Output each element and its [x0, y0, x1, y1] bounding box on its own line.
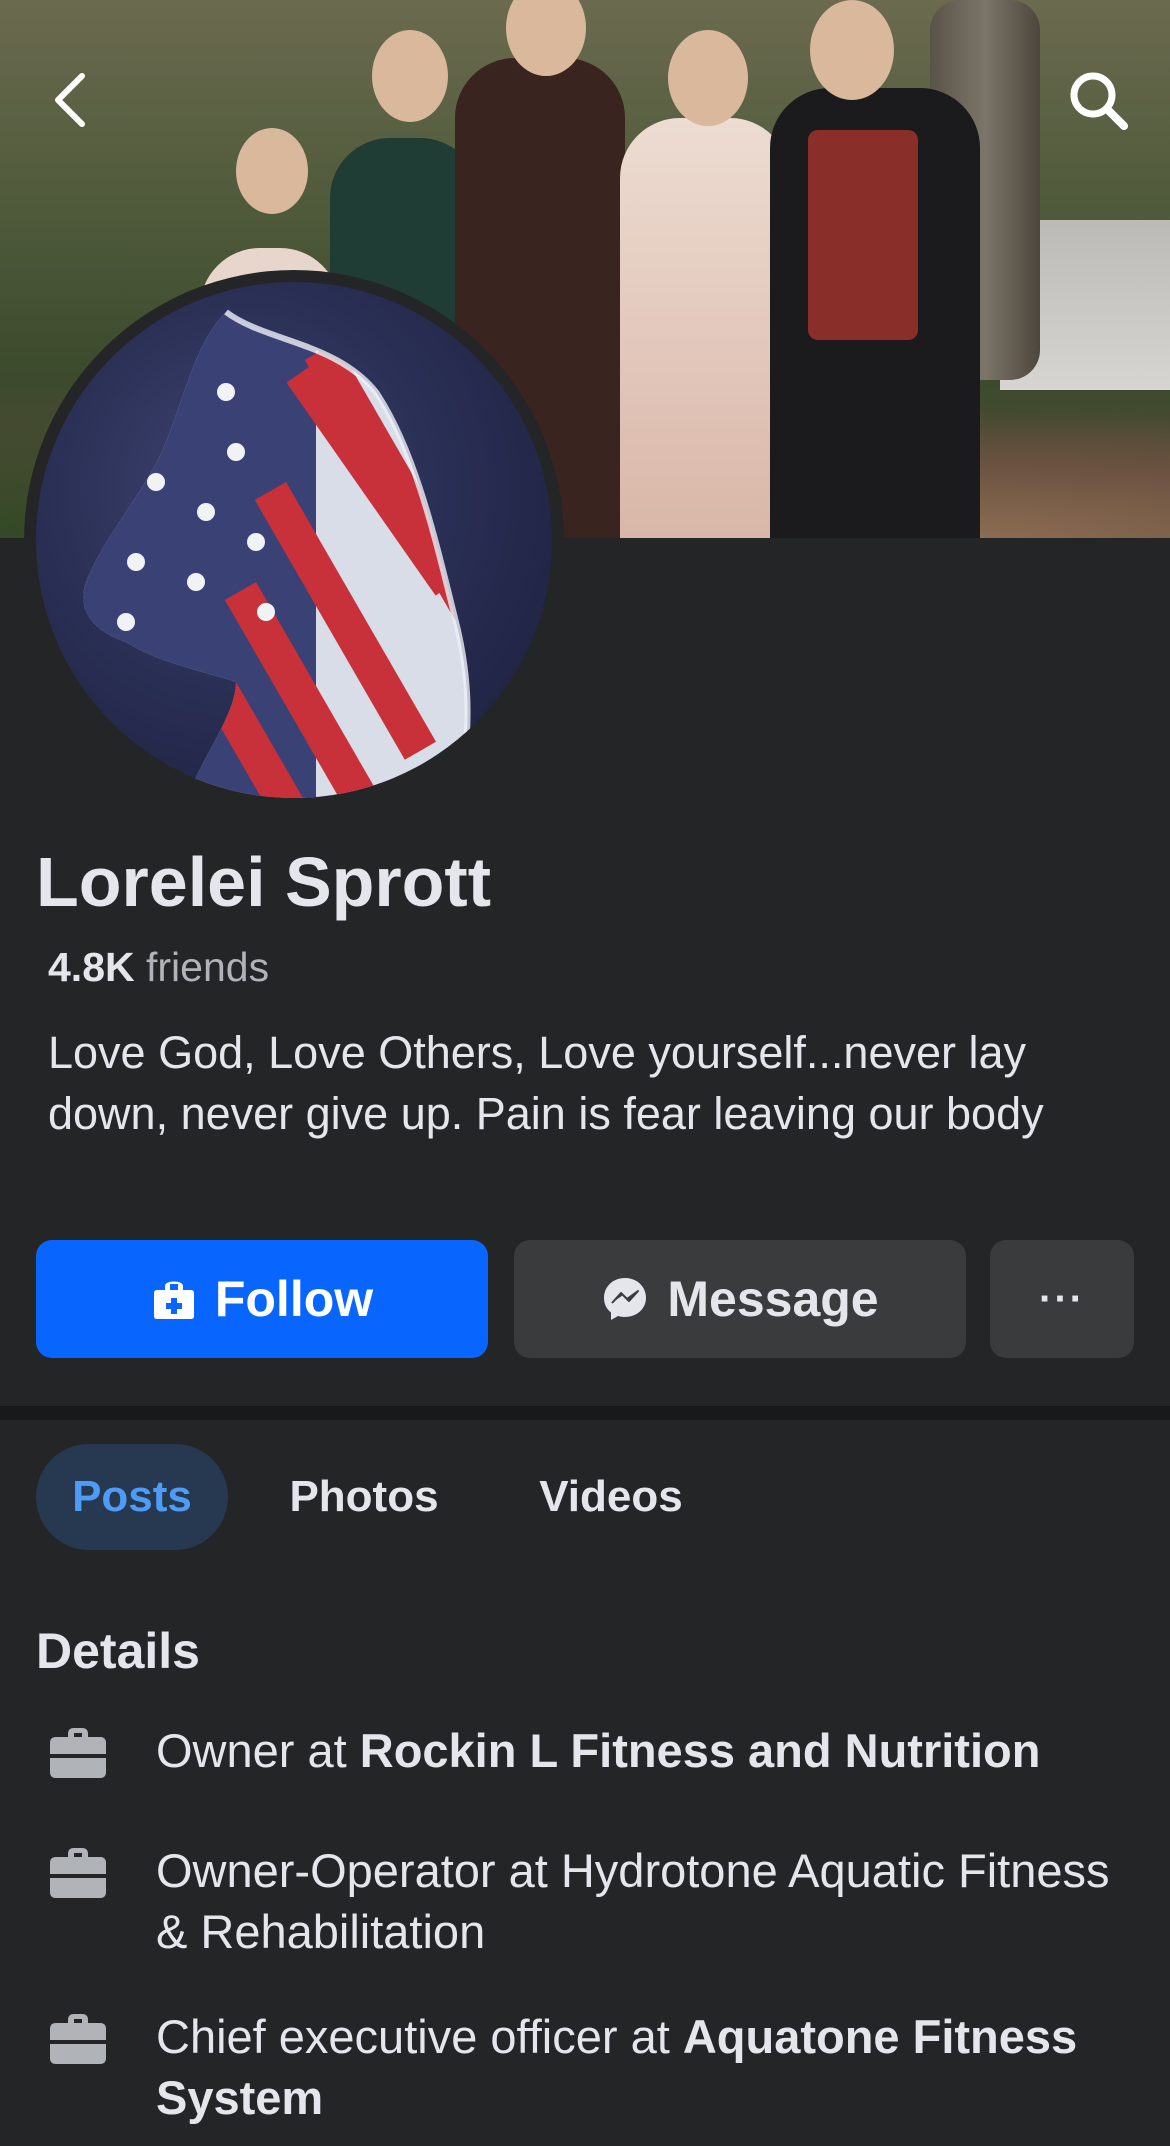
- cover-person-vest: [808, 130, 918, 340]
- more-icon: ···: [1039, 1276, 1085, 1321]
- cover-person-head: [668, 30, 748, 126]
- profile-name: Lorelei Sprott: [36, 843, 492, 921]
- back-button[interactable]: [32, 62, 108, 138]
- avatar-image: [36, 282, 552, 798]
- profile-bio: Love God, Love Others, Love yourself...n…: [48, 1027, 1044, 1139]
- more-options-button[interactable]: ···: [990, 1240, 1134, 1358]
- search-button[interactable]: [1060, 62, 1136, 138]
- friends-count[interactable]: 4.8K friends: [48, 944, 269, 991]
- friends-number: 4.8K: [48, 944, 135, 990]
- message-button[interactable]: Message: [514, 1240, 966, 1358]
- messenger-icon: [604, 1278, 647, 1320]
- profile-avatar[interactable]: [24, 270, 564, 810]
- flag-horse-image: [83, 309, 471, 798]
- detail-prefix: Owner-Operator at Hydrotone Aquatic Fitn…: [156, 1844, 1110, 1958]
- cover-person-head: [236, 128, 308, 214]
- briefcase-icon: [50, 1848, 106, 1898]
- tab-photos[interactable]: Photos: [260, 1444, 468, 1550]
- friends-label: friends: [146, 944, 270, 990]
- message-label: Message: [667, 1271, 879, 1327]
- briefcase-icon: [50, 2014, 106, 2064]
- cover-person: [620, 118, 790, 538]
- briefcase-icon: [50, 1728, 106, 1778]
- detail-item: Chief executive officer at Aquatone Fitn…: [48, 2006, 1116, 2128]
- chevron-left-icon: [55, 73, 85, 127]
- details-heading: Details: [36, 1623, 200, 1679]
- detail-prefix: Owner at: [156, 1724, 360, 1777]
- detail-prefix: Chief executive officer at: [156, 2010, 683, 2063]
- detail-item: Owner at Rockin L Fitness and Nutrition: [48, 1720, 1116, 1781]
- follow-icon: [153, 1281, 194, 1319]
- section-divider: [0, 1406, 1170, 1420]
- follow-label: Follow: [214, 1271, 374, 1327]
- tab-posts[interactable]: Posts: [36, 1444, 228, 1550]
- detail-employer-link[interactable]: Rockin L Fitness and Nutrition: [360, 1724, 1041, 1777]
- search-icon: [1070, 72, 1128, 130]
- cover-person-head: [372, 30, 448, 122]
- detail-item: Owner-Operator at Hydrotone Aquatic Fitn…: [48, 1840, 1116, 1962]
- follow-button[interactable]: Follow: [36, 1240, 488, 1358]
- tab-videos[interactable]: Videos: [500, 1444, 722, 1550]
- cover-person-head: [810, 0, 894, 100]
